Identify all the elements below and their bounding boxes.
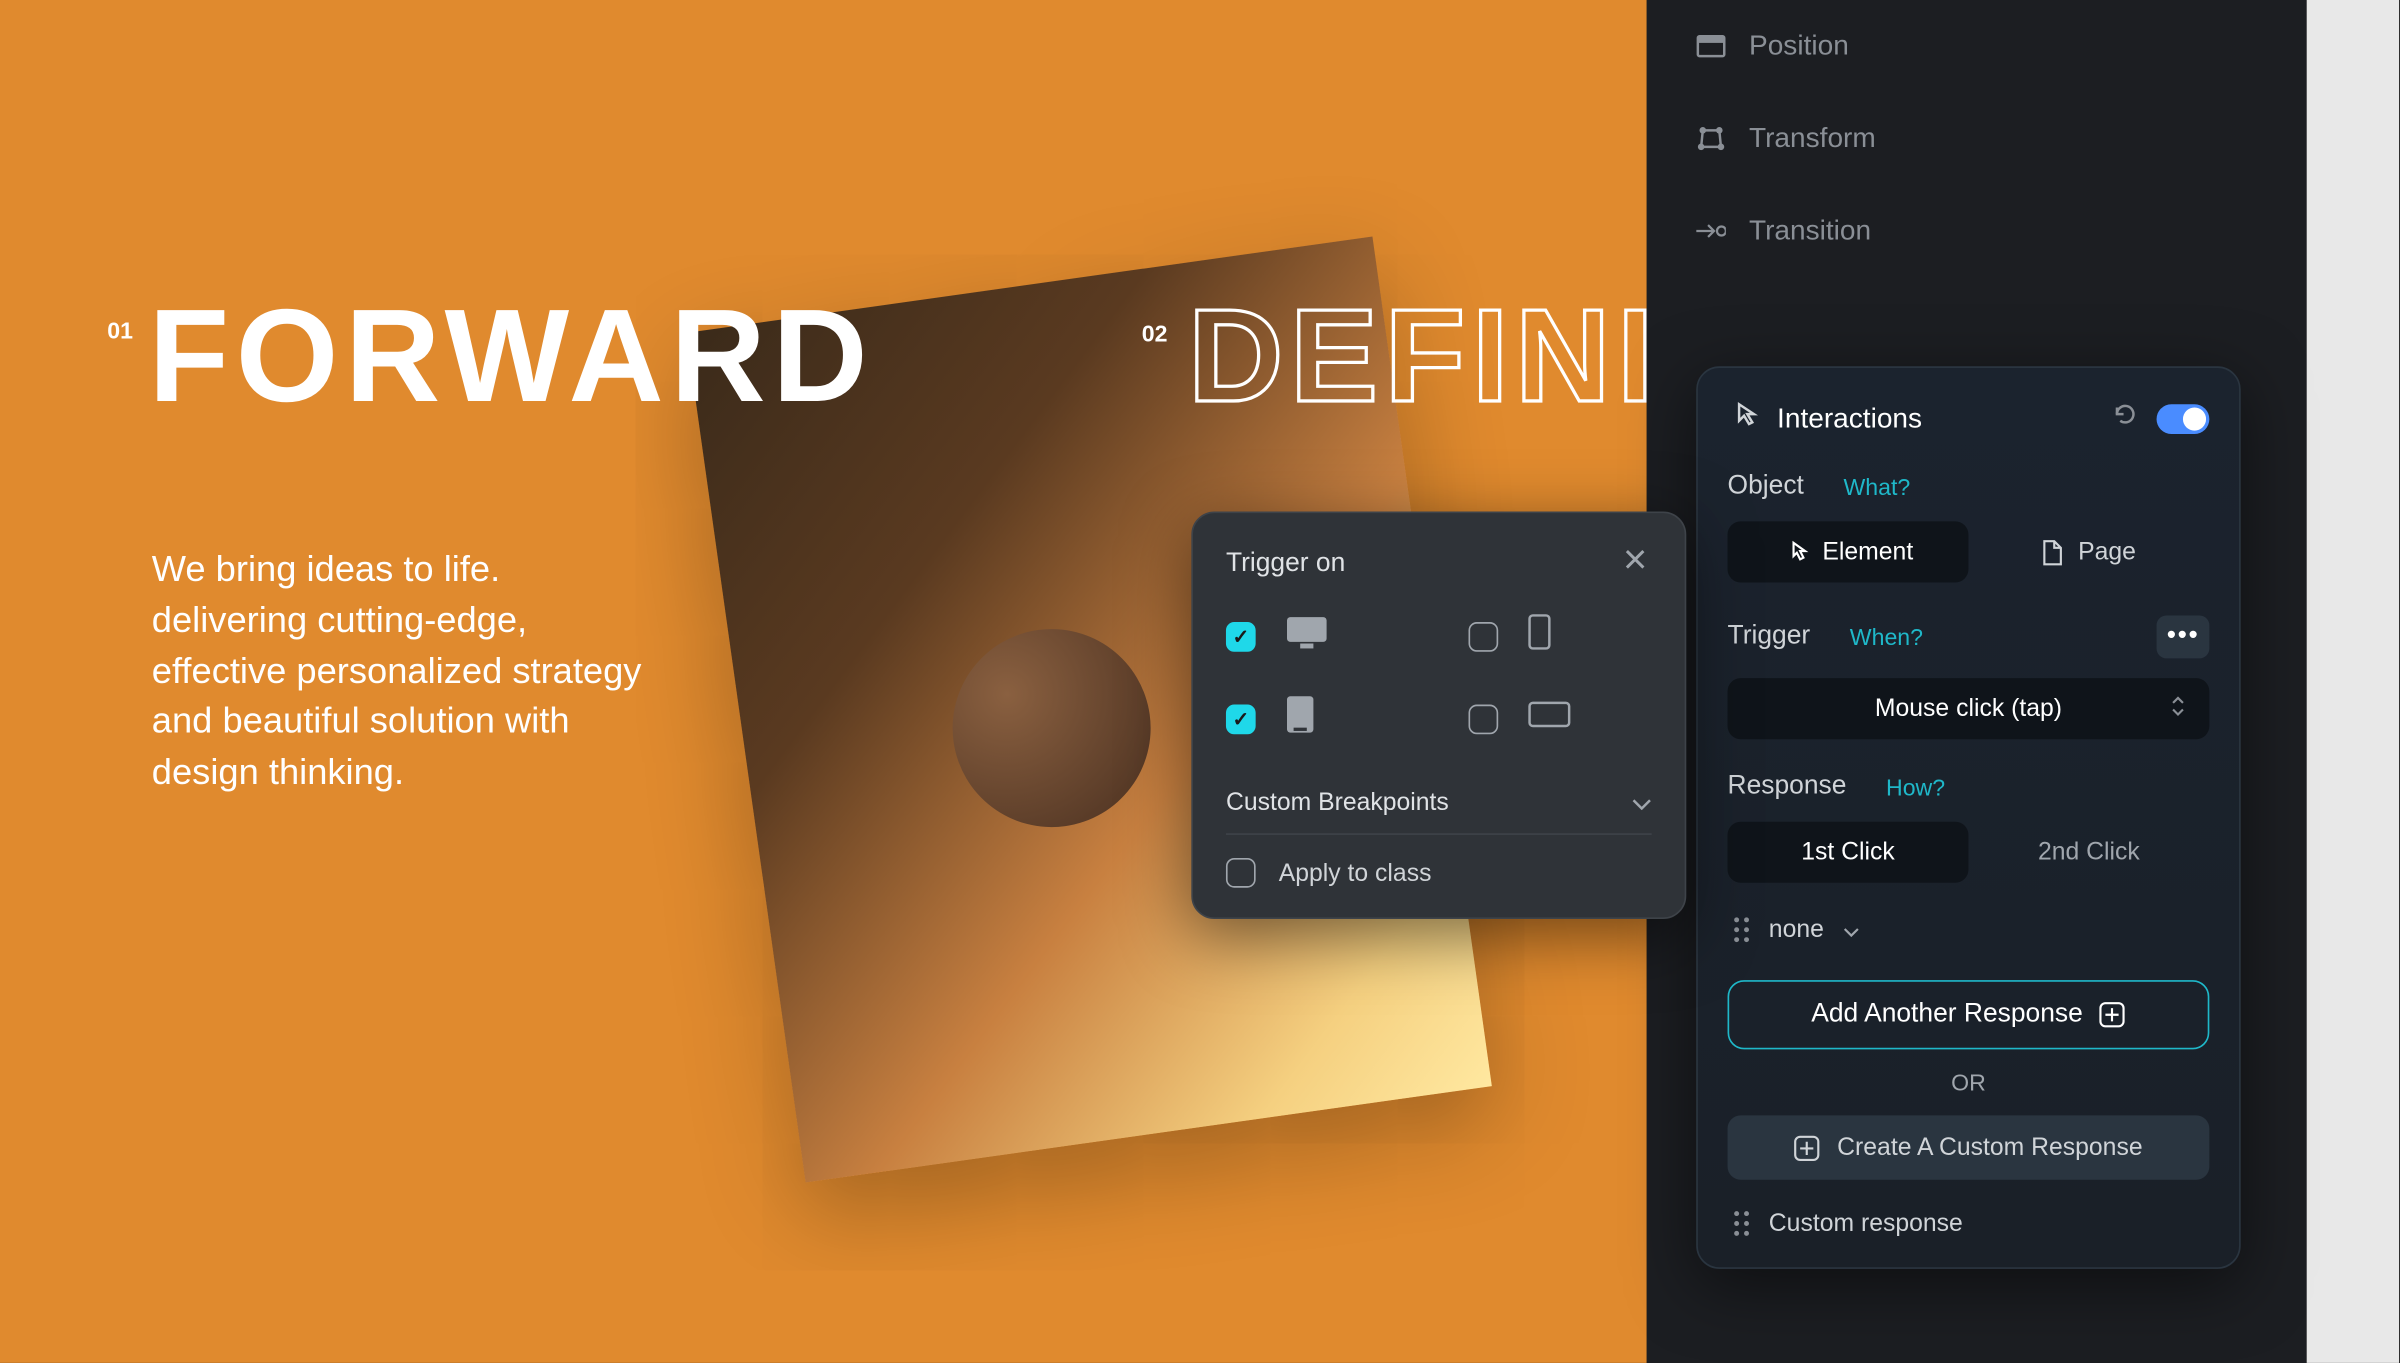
add-response-button[interactable]: Add Another Response [1728,980,2210,1049]
tablet-icon [1285,695,1315,743]
response-value: none [1769,916,1824,944]
tab-page[interactable]: Page [1968,521,2209,582]
response-value-row[interactable]: none [1728,916,2210,944]
heading-number-1: 01 [107,317,133,343]
tab-element[interactable]: Element [1728,521,1969,582]
plus-box-icon [1794,1134,1820,1160]
interactions-panel: Interactions Object What? Element Page T… [1696,366,2241,1269]
drag-handle-icon [1734,917,1749,942]
interactions-toggle[interactable] [2157,403,2210,433]
position-icon [1696,31,1726,61]
close-icon[interactable] [1619,543,1652,584]
trigger-more-button[interactable]: ••• [2157,615,2209,658]
create-custom-response-button[interactable]: Create A Custom Response [1728,1115,2210,1179]
chevron-down-icon [1844,916,1861,944]
property-transform[interactable]: Transform [1647,92,2307,184]
click-tabs: 1st Click 2nd Click [1728,822,2210,883]
checkbox-apply-to-class[interactable] [1226,858,1256,888]
custom-response-row[interactable]: Custom response [1728,1209,2210,1237]
property-label: Transition [1749,215,1871,248]
property-label: Position [1749,30,1849,63]
response-label: Response [1728,772,1847,802]
transform-icon [1696,124,1726,154]
checkbox-tablet[interactable] [1226,704,1256,734]
trigger-value: Mouse click (tap) [1875,695,2062,723]
tab-2nd-click[interactable]: 2nd Click [1968,822,2209,883]
transition-icon [1696,216,1726,246]
custom-breakpoints-label: Custom Breakpoints [1226,789,1449,817]
custom-breakpoints-row[interactable]: Custom Breakpoints [1226,772,1652,835]
trigger-on-popup: Trigger on [1191,512,1686,920]
popup-title: Trigger on [1226,549,1345,579]
mobile-landscape-icon [1528,701,1571,736]
checkbox-mobile-portrait[interactable] [1469,621,1499,651]
apply-to-class-label: Apply to class [1279,859,1432,887]
chevron-down-icon [1632,789,1652,817]
pointer-icon [1728,398,1761,439]
property-transition[interactable]: Transition [1647,185,2307,277]
button-label: Create A Custom Response [1837,1134,2142,1162]
object-hint: What? [1843,474,1910,500]
heading-number-2: 02 [1142,320,1168,346]
custom-response-label: Custom response [1769,1209,1963,1237]
object-label: Object [1728,472,1804,502]
trigger-select[interactable]: Mouse click (tap) [1728,678,2210,739]
or-divider: OR [1728,1069,2210,1095]
heading-defini[interactable]: DEFINI [1188,281,1647,433]
response-hint: How? [1886,774,1945,800]
property-position[interactable]: Position [1647,0,2307,92]
property-label: Transform [1749,122,1876,155]
mobile-portrait-icon [1528,614,1551,659]
undo-icon[interactable] [2110,399,2140,437]
trigger-hint: When? [1850,624,1923,650]
right-edge-strip [2307,0,2399,1363]
checkbox-mobile-landscape[interactable] [1469,704,1499,734]
desktop-icon [1285,615,1328,656]
button-label: Add Another Response [1811,1000,2083,1030]
checkbox-desktop[interactable] [1226,621,1256,651]
object-tabs: Element Page [1728,521,2210,582]
drag-handle-icon [1734,1211,1749,1236]
panel-title: Interactions [1777,402,2094,435]
tab-label: Page [2078,538,2136,566]
chevron-updown-icon [2170,695,2187,723]
body-copy[interactable]: We bring ideas to life. delivering cutti… [152,545,647,799]
tab-label: Element [1822,538,1913,566]
tab-1st-click[interactable]: 1st Click [1728,822,1969,883]
plus-box-icon [2099,1002,2125,1028]
trigger-label: Trigger [1728,622,1811,652]
heading-forward[interactable]: FORWARD [149,281,875,433]
